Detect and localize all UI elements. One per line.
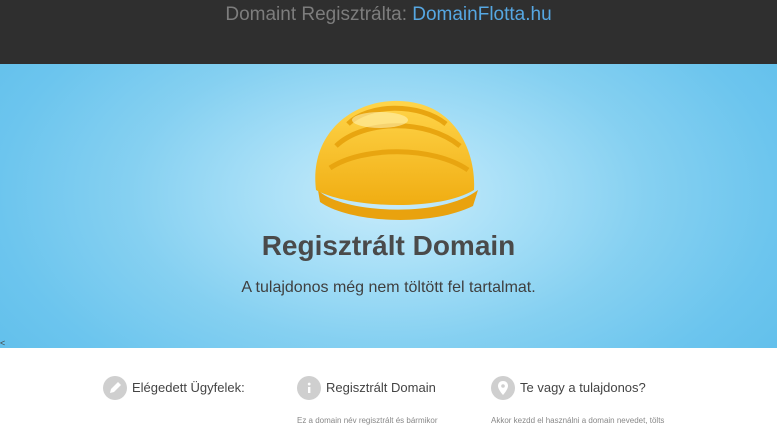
feature-satisfied-clients: Elégedett Ügyfelek: (103, 376, 283, 416)
feature-text: Ez a domain név regisztrált és bármikor (297, 416, 438, 425)
pencil-icon (103, 376, 127, 400)
info-icon (297, 376, 321, 400)
hard-hat-icon (315, 100, 478, 220)
feature-title: Regisztrált Domain (326, 380, 436, 395)
registrar-link[interactable]: DomainFlotta.hu (412, 4, 551, 25)
location-pin-icon (491, 376, 515, 400)
feature-owner: Te vagy a tulajdonos? Akkor kezdd el has… (491, 376, 691, 425)
registrar-title: Domaint Regisztrálta: DomainFlotta.hu (0, 4, 777, 26)
page-subtitle: A tulajdonos még nem töltött fel tartalm… (241, 279, 536, 296)
top-bar: Domaint Regisztrálta: DomainFlotta.hu (0, 0, 777, 64)
slider-prev-arrow[interactable]: < (0, 338, 5, 348)
page-title: Regisztrált Domain (261, 230, 516, 261)
feature-registered-domain: Regisztrált Domain Ez a domain név regis… (297, 376, 477, 425)
feature-text: Akkor kezdd el használni a domain nevede… (491, 416, 665, 425)
feature-title: Te vagy a tulajdonos? (520, 380, 646, 395)
hero-banner: Regisztrált Domain A tulajdonos még nem … (0, 64, 777, 348)
feature-title: Elégedett Ügyfelek: (132, 380, 245, 395)
registrar-label: Domaint Regisztrálta: (225, 4, 407, 25)
